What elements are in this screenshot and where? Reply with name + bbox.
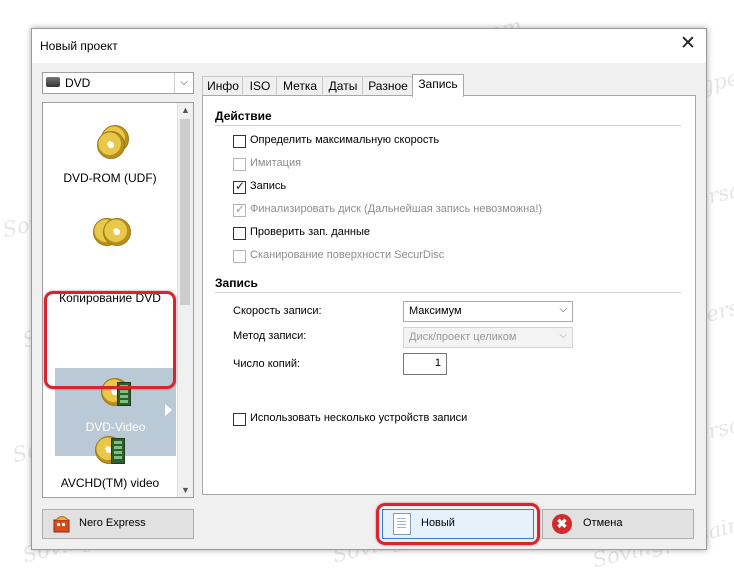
section-title-write: Запись — [215, 276, 258, 290]
checkbox[interactable] — [233, 227, 246, 240]
list-scrollbar[interactable]: ▲ ▼ — [177, 103, 193, 497]
divider — [215, 292, 681, 293]
tab-iso[interactable]: ISO — [242, 76, 278, 96]
write-method-value: Диск/проект целиком — [409, 331, 517, 343]
media-type-value: DVD — [65, 76, 91, 90]
nero-express-button[interactable]: Nero Express — [42, 509, 194, 539]
checkbox-label: Определить максимальную скорость — [250, 134, 440, 146]
chevron-down-icon: ⌵ — [559, 330, 567, 341]
copies-label: Число копий: — [233, 358, 301, 370]
checkbox-label: Проверить зап. данные — [250, 226, 371, 238]
checkbox-label: Использовать несколько устройств записи — [250, 412, 468, 424]
copies-input[interactable]: 1 — [403, 353, 447, 375]
tab-label[interactable]: Метка — [276, 76, 324, 96]
nero-express-icon — [53, 516, 70, 533]
checkbox[interactable] — [233, 413, 246, 426]
copies-value: 1 — [434, 357, 441, 369]
cancel-button-label: Отмена — [583, 517, 623, 529]
cancel-button[interactable]: ✖ Отмена — [542, 509, 694, 539]
checkbox[interactable] — [233, 135, 246, 148]
section-title-action: Действие — [215, 109, 272, 123]
scroll-thumb[interactable] — [180, 119, 190, 305]
write-speed-value: Максимум — [409, 305, 462, 317]
list-item-label: AVCHD(TM) video — [60, 476, 160, 490]
checkbox[interactable] — [233, 179, 246, 194]
scroll-up-icon[interactable]: ▲ — [178, 105, 193, 115]
tab-dates[interactable]: Даты — [322, 76, 364, 96]
list-item-copy-dvd[interactable]: Копирование DVD — [43, 203, 177, 305]
list-item-avchd[interactable]: AVCHD(TM) video — [43, 428, 177, 497]
nero-express-label: Nero Express — [79, 517, 146, 529]
write-speed-select[interactable]: Максимум ⌵ — [403, 301, 573, 322]
chevron-down-icon[interactable]: ⌵ — [559, 304, 567, 315]
checkbox-label: Запись — [250, 180, 287, 192]
scroll-down-icon[interactable]: ▼ — [178, 485, 193, 495]
checkbox-label: Имитация — [250, 157, 302, 169]
chevron-down-icon[interactable]: ⌵ — [174, 73, 193, 93]
cancel-icon: ✖ — [552, 514, 572, 534]
chevron-right-icon — [165, 404, 172, 416]
tab-burn[interactable]: Запись — [412, 74, 464, 97]
list-item-dvd-rom[interactable]: DVD-ROM (UDF) — [43, 109, 177, 195]
highlight-new-button — [376, 503, 540, 545]
tab-info[interactable]: Инфо — [202, 76, 244, 96]
write-method-label: Метод записи: — [233, 330, 307, 342]
checkbox-label: Финализировать диск (Дальнейшая запись н… — [250, 203, 543, 215]
checkbox — [233, 158, 246, 171]
checkbox — [233, 250, 246, 263]
dialog-title: Новый проект — [40, 39, 118, 53]
checkbox-label: Сканирование поверхности SecurDisc — [250, 249, 445, 261]
new-project-dialog: Новый проект ✕ DVD ⌵ DVD-ROM (UDF) Копир… — [31, 28, 707, 550]
burn-settings-panel: Действие Определить максимальную скорост… — [202, 95, 696, 495]
write-speed-label: Скорость записи: — [233, 305, 322, 317]
write-method-select: Диск/проект целиком ⌵ — [403, 327, 573, 348]
checkbox — [233, 202, 246, 217]
divider — [215, 125, 681, 126]
close-icon[interactable]: ✕ — [678, 34, 698, 55]
title-bar: Новый проект ✕ — [32, 29, 706, 63]
list-item-label: DVD-ROM (UDF) — [63, 171, 157, 185]
tab-misc[interactable]: Разное — [362, 76, 414, 96]
dvd-drive-icon — [46, 77, 60, 87]
highlight-dvd-video — [44, 291, 176, 389]
media-type-select[interactable]: DVD ⌵ — [42, 72, 194, 94]
